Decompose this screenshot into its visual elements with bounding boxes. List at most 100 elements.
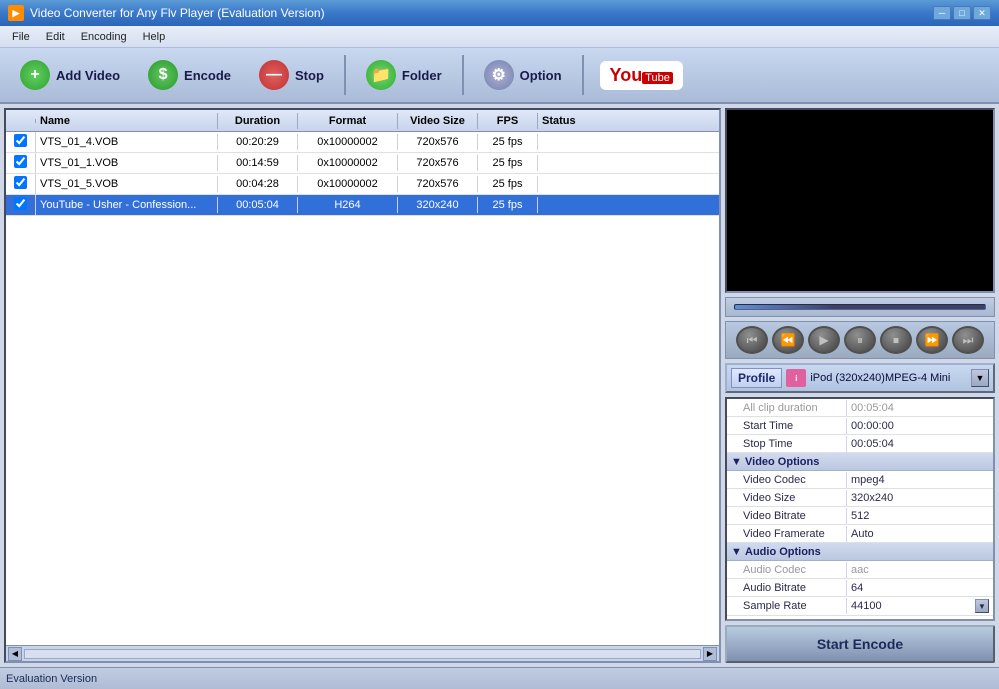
profile-dropdown-button[interactable]: ▼ (971, 369, 989, 387)
row-format-3: H264 (298, 197, 398, 213)
menu-file[interactable]: File (4, 29, 38, 45)
row-size-1: 720x576 (398, 155, 478, 171)
toolbar-divider-1 (344, 55, 346, 95)
row-size-3: 320x240 (398, 197, 478, 213)
stop-player-button[interactable]: ⏹ (880, 326, 912, 354)
stop-icon: — (259, 60, 289, 90)
youtube-logo[interactable]: YouTube (600, 61, 683, 90)
title-bar: ▶ Video Converter for Any Flv Player (Ev… (0, 0, 999, 26)
toolbar: + Add Video $ Encode — Stop 📁 Folder ⚙ O… (0, 48, 999, 104)
table-row[interactable]: YouTube - Usher - Confession... 00:05:04… (6, 195, 719, 216)
row-fps-3: 25 fps (478, 197, 538, 213)
audio-options-section-header[interactable]: ▼ Audio Options (727, 543, 993, 561)
next-frame-button[interactable]: ⏩ (916, 326, 948, 354)
row-name-3: YouTube - Usher - Confession... (36, 197, 218, 213)
status-bar: Evaluation Version (0, 667, 999, 689)
pause-button[interactable]: ⏸ (844, 326, 876, 354)
video-controls (725, 297, 995, 317)
folder-icon: 📁 (366, 60, 396, 90)
table-row[interactable]: VTS_01_5.VOB 00:04:28 0x10000002 720x576… (6, 174, 719, 195)
option-icon: ⚙ (484, 60, 514, 90)
prop-video-framerate: Video Framerate Auto (727, 525, 993, 543)
forward-button[interactable]: ⏭ (952, 326, 984, 354)
rewind-button[interactable]: ⏮ (736, 326, 768, 354)
prop-stop-time: Stop Time 00:05:04 (727, 435, 993, 453)
row-format-1: 0x10000002 (298, 155, 398, 171)
scroll-left-arrow[interactable]: ◀ (8, 647, 22, 661)
row-format-0: 0x10000002 (298, 134, 398, 150)
header-status: Status (538, 113, 719, 129)
prop-val-video-codec: mpeg4 (847, 472, 993, 488)
scroll-right-arrow[interactable]: ▶ (703, 647, 717, 661)
row-fps-2: 25 fps (478, 176, 538, 192)
video-options-expand-icon: ▼ (731, 456, 745, 468)
prop-val-video-bitrate: 512 (847, 508, 993, 524)
video-preview (725, 108, 995, 293)
row-check-2[interactable] (6, 174, 36, 194)
stop-button[interactable]: — Stop (247, 56, 336, 94)
menu-bar: File Edit Encoding Help (0, 26, 999, 48)
file-list-panel: Name Duration Format Video Size FPS Stat… (4, 108, 721, 663)
table-row[interactable]: VTS_01_4.VOB 00:20:29 0x10000002 720x576… (6, 132, 719, 153)
video-progress[interactable] (734, 304, 986, 310)
prop-key-video-framerate: Video Framerate (727, 526, 847, 542)
row-status-1 (538, 161, 719, 165)
menu-help[interactable]: Help (135, 29, 174, 45)
row-duration-3: 00:05:04 (218, 197, 298, 213)
sample-rate-dropdown-icon[interactable]: ▼ (975, 599, 989, 613)
prop-key-clip-duration: All clip duration (727, 400, 847, 416)
row-duration-2: 00:04:28 (218, 176, 298, 192)
close-button[interactable]: ✕ (973, 6, 991, 20)
prop-val-audio-codec: aac (847, 562, 993, 578)
app-icon: ▶ (8, 5, 24, 21)
prop-key-start-time: Start Time (727, 418, 847, 434)
main-area: Name Duration Format Video Size FPS Stat… (0, 104, 999, 667)
list-scrollbar[interactable]: ◀ ▶ (6, 645, 719, 661)
row-duration-1: 00:14:59 (218, 155, 298, 171)
encode-button[interactable]: $ Encode (136, 56, 243, 94)
option-button[interactable]: ⚙ Option (472, 56, 574, 94)
play-button[interactable]: ▶ (808, 326, 840, 354)
toolbar-divider-3 (582, 55, 584, 95)
prop-video-codec: Video Codec mpeg4 (727, 471, 993, 489)
prop-val-video-framerate: Auto (847, 526, 993, 542)
encode-icon: $ (148, 60, 178, 90)
menu-encoding[interactable]: Encoding (73, 29, 135, 45)
row-name-1: VTS_01_1.VOB (36, 155, 218, 171)
prop-key-stop-time: Stop Time (727, 436, 847, 452)
audio-options-label: Audio Options (745, 546, 821, 558)
prop-val-clip-duration: 00:05:04 (847, 400, 993, 416)
maximize-button[interactable]: □ (953, 6, 971, 20)
table-header: Name Duration Format Video Size FPS Stat… (6, 110, 719, 132)
minimize-button[interactable]: ─ (933, 6, 951, 20)
header-name: Name (36, 113, 218, 129)
right-panel: ⏮ ⏪ ▶ ⏸ ⏹ ⏩ ⏭ Profile i iPod (320x240)MP… (725, 108, 995, 663)
ipod-icon: i (786, 369, 806, 387)
prop-key-video-size: Video Size (727, 490, 847, 506)
header-fps: FPS (478, 113, 538, 129)
row-fps-0: 25 fps (478, 134, 538, 150)
prev-frame-button[interactable]: ⏪ (772, 326, 804, 354)
prop-video-size: Video Size 320x240 (727, 489, 993, 507)
prop-val-audio-bitrate: 64 (847, 580, 993, 596)
scroll-track[interactable] (24, 649, 701, 659)
row-check-3[interactable] (6, 195, 36, 215)
menu-edit[interactable]: Edit (38, 29, 73, 45)
prop-key-audio-codec: Audio Codec (727, 562, 847, 578)
status-text: Evaluation Version (6, 673, 97, 685)
prop-val-sample-rate: 44100 ▼ (847, 597, 993, 615)
row-check-0[interactable] (6, 132, 36, 152)
header-duration: Duration (218, 113, 298, 129)
row-size-0: 720x576 (398, 134, 478, 150)
prop-key-video-codec: Video Codec (727, 472, 847, 488)
add-video-button[interactable]: + Add Video (8, 56, 132, 94)
header-check (6, 119, 36, 123)
profile-section: Profile i iPod (320x240)MPEG-4 Mini ▼ (725, 363, 995, 393)
folder-button[interactable]: 📁 Folder (354, 56, 454, 94)
table-row[interactable]: VTS_01_1.VOB 00:14:59 0x10000002 720x576… (6, 153, 719, 174)
start-encode-button[interactable]: Start Encode (725, 625, 995, 663)
row-check-1[interactable] (6, 153, 36, 173)
prop-val-start-time: 00:00:00 (847, 418, 993, 434)
video-options-section-header[interactable]: ▼ Video Options (727, 453, 993, 471)
prop-key-audio-bitrate: Audio Bitrate (727, 580, 847, 596)
